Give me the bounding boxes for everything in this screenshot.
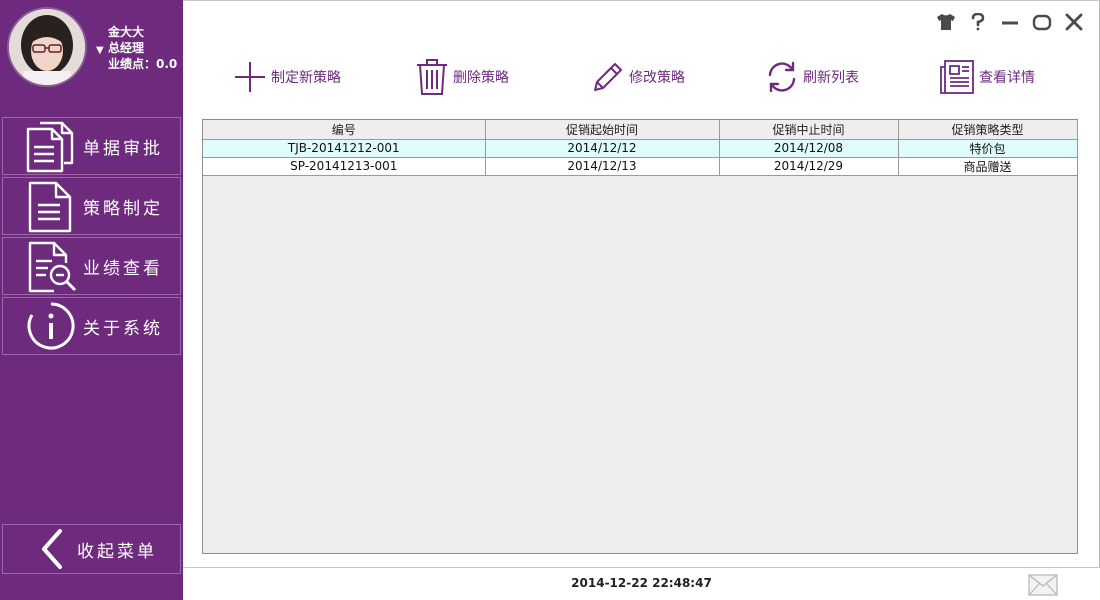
- user-info: 金大大 ▼ 总经理 业绩点：0.0: [96, 24, 177, 72]
- table-row[interactable]: SP-20141213-001 2014/12/13 2014/12/29 商品…: [203, 156, 1078, 176]
- column-header-end-date[interactable]: 促销中止时间: [718, 120, 899, 140]
- cell-strategy-type[interactable]: 商品赠送: [897, 156, 1078, 176]
- delete-strategy-label: 删除策略: [453, 70, 509, 86]
- newspaper-icon: [940, 60, 974, 94]
- cell-id[interactable]: SP-20141213-001: [203, 156, 486, 176]
- collapse-menu-label: 收起菜单: [77, 541, 157, 562]
- strategy-table: 编号 促销起始时间 促销中止时间 促销策略类型 TJB-20141212-001…: [202, 119, 1078, 554]
- column-header-id[interactable]: 编号: [203, 120, 486, 140]
- document-search-icon: [23, 238, 79, 294]
- table-header-row: 编号 促销起始时间 促销中止时间 促销策略类型: [203, 120, 1078, 140]
- collapse-menu-button[interactable]: 收起菜单: [2, 524, 181, 574]
- edit-strategy-button[interactable]: 修改策略: [591, 57, 685, 97]
- status-bar: 2014-12-22 22:48:47: [183, 567, 1100, 600]
- sidebar-item-label: 业绩查看: [83, 258, 163, 279]
- sidebar-item-label: 策略制定: [83, 198, 163, 219]
- column-header-start-date[interactable]: 促销起始时间: [484, 120, 720, 140]
- cell-start-date[interactable]: 2014/12/12: [484, 138, 720, 158]
- sidebar-item-strategy[interactable]: 策略制定: [2, 177, 181, 235]
- cell-end-date[interactable]: 2014/12/08: [718, 138, 899, 158]
- close-icon[interactable]: [1063, 11, 1085, 33]
- cell-start-date[interactable]: 2014/12/13: [484, 156, 720, 176]
- cell-strategy-type[interactable]: 特价包: [897, 138, 1078, 158]
- status-datetime: 2014-12-22 22:48:47: [571, 576, 712, 590]
- user-role: 总经理: [108, 41, 145, 55]
- document-list-icon: [23, 118, 79, 174]
- toolbar: 制定新策略 删除策略 修改策略 刷新列表 查看详情: [183, 57, 1100, 97]
- chevron-left-icon: [33, 525, 73, 573]
- avatar[interactable]: [7, 7, 87, 87]
- refresh-list-label: 刷新列表: [803, 70, 859, 86]
- pencil-icon: [594, 63, 622, 91]
- refresh-list-button[interactable]: 刷新列表: [765, 57, 859, 97]
- refresh-icon: [768, 61, 796, 93]
- user-role-dropdown[interactable]: ▼ 总经理: [96, 40, 177, 56]
- sidebar-item-performance[interactable]: 业绩查看: [2, 237, 181, 295]
- new-strategy-button[interactable]: 制定新策略: [233, 57, 341, 97]
- cell-id[interactable]: TJB-20141212-001: [203, 138, 486, 158]
- sidebar: 金大大 ▼ 总经理 业绩点：0.0 单据审批 策略制定 业绩查看 关于系统 收起…: [0, 0, 183, 600]
- trash-icon: [417, 59, 447, 95]
- column-header-strategy-type[interactable]: 促销策略类型: [897, 120, 1078, 140]
- dropdown-arrow-icon[interactable]: ▼: [96, 43, 104, 59]
- table-row[interactable]: TJB-20141212-001 2014/12/12 2014/12/08 特…: [203, 138, 1078, 158]
- sidebar-item-about[interactable]: 关于系统: [2, 297, 181, 355]
- user-profile: 金大大 ▼ 总经理 业绩点：0.0: [0, 0, 183, 116]
- minimize-icon[interactable]: [999, 11, 1021, 33]
- view-details-label: 查看详情: [979, 70, 1035, 86]
- mail-icon[interactable]: [1028, 574, 1058, 600]
- cell-end-date[interactable]: 2014/12/29: [718, 156, 899, 176]
- document-icon: [23, 178, 79, 234]
- user-name: 金大大: [108, 25, 145, 39]
- sidebar-item-label: 关于系统: [83, 318, 163, 339]
- maximize-icon[interactable]: [1031, 11, 1053, 33]
- sidebar-item-label: 单据审批: [83, 138, 163, 159]
- user-performance: 业绩点：0.0: [108, 57, 178, 71]
- delete-strategy-button[interactable]: 删除策略: [415, 57, 509, 97]
- main-panel: 制定新策略 删除策略 修改策略 刷新列表 查看详情 编号 促销起始时间 促销中止…: [183, 0, 1100, 600]
- info-icon: [23, 298, 79, 354]
- skin-icon[interactable]: [935, 11, 957, 33]
- plus-icon: [235, 62, 265, 92]
- help-icon[interactable]: [967, 11, 989, 33]
- new-strategy-label: 制定新策略: [271, 70, 341, 86]
- window-controls: [935, 11, 1085, 33]
- edit-strategy-label: 修改策略: [629, 70, 685, 86]
- view-details-button[interactable]: 查看详情: [939, 57, 1035, 97]
- sidebar-item-approval[interactable]: 单据审批: [2, 117, 181, 175]
